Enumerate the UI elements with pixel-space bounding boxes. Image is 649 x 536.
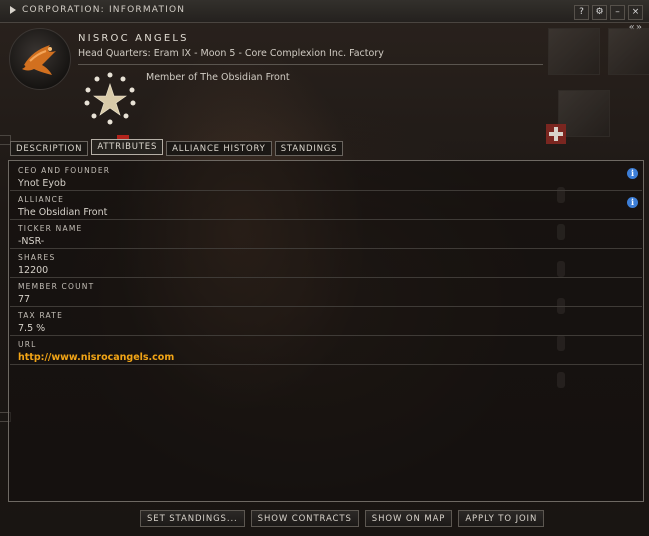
attribute-label: MEMBER COUNT (18, 282, 95, 291)
attribute-label: URL (18, 340, 37, 349)
corporation-name: NISROC ANGELS (78, 33, 189, 44)
eagle-icon (22, 45, 56, 75)
help-button[interactable]: ? (574, 5, 589, 20)
attribute-label: CEO AND FOUNDER (18, 166, 111, 175)
attribute-row-member-count: MEMBER COUNT 77 (10, 278, 642, 307)
attribute-row-shares: SHARES 12200 (10, 249, 642, 278)
attribute-row-url: URL http://www.nisrocangels.com (10, 336, 642, 365)
attribute-row-alliance: ALLIANCE The Obsidian Front i (10, 191, 642, 220)
corporation-info-window: CORPORATION: INFORMATION ? ⚙ – × « » NIS… (0, 0, 649, 536)
alliance-membership[interactable]: Member of The Obsidian Front (146, 72, 290, 83)
tab-attributes[interactable]: ATTRIBUTES (91, 139, 164, 155)
show-on-map-button[interactable]: SHOW ON MAP (364, 510, 453, 527)
info-icon[interactable]: i (627, 168, 638, 179)
alliance-emblem[interactable] (80, 70, 140, 126)
attribute-value[interactable]: The Obsidian Front (18, 207, 107, 218)
tab-description[interactable]: DESCRIPTION (10, 141, 89, 156)
info-icon[interactable]: i (627, 197, 638, 208)
ship-thumbnail-icon (548, 28, 600, 75)
attribute-label: ALLIANCE (18, 195, 65, 204)
attribute-row-ceo: CEO AND FOUNDER Ynot Eyob i (10, 162, 642, 191)
attribute-value[interactable]: Ynot Eyob (18, 178, 66, 189)
medical-cross-icon (546, 124, 566, 144)
url-link[interactable]: http://www.nisrocangels.com (18, 352, 174, 363)
settings-button[interactable]: ⚙ (592, 5, 607, 20)
corporation-logo (9, 28, 71, 90)
attribute-label: TAX RATE (18, 311, 64, 320)
apply-to-join-button[interactable]: APPLY TO JOIN (458, 510, 545, 527)
close-button[interactable]: × (628, 5, 643, 20)
window-title: CORPORATION: INFORMATION (22, 5, 186, 15)
attribute-row-ticker: TICKER NAME -NSR- (10, 220, 642, 249)
attributes-panel: CEO AND FOUNDER Ynot Eyob i ALLIANCE The… (8, 160, 644, 502)
set-standings-button[interactable]: SET STANDINGS... (140, 510, 245, 527)
attribute-label: TICKER NAME (18, 224, 83, 233)
action-bar: SET STANDINGS... SHOW CONTRACTS SHOW ON … (140, 510, 545, 527)
attribute-value: 7.5 % (18, 323, 46, 334)
attribute-label: SHARES (18, 253, 56, 262)
headquarters-text[interactable]: Head Quarters: Eram IX - Moon 5 - Core C… (78, 48, 384, 59)
title-bar[interactable]: CORPORATION: INFORMATION ? ⚙ – × (0, 0, 649, 23)
divider (78, 64, 543, 65)
tab-standings[interactable]: STANDINGS (274, 141, 344, 156)
attribute-value: 77 (18, 294, 31, 305)
tab-alliance-history[interactable]: ALLIANCE HISTORY (166, 141, 272, 156)
attribute-value: 12200 (18, 265, 49, 276)
show-contracts-button[interactable]: SHOW CONTRACTS (250, 510, 359, 527)
minimize-button[interactable]: – (610, 5, 625, 20)
ship-thumbnail-icon (608, 28, 649, 75)
tab-bar: DESCRIPTION ATTRIBUTES ALLIANCE HISTORY … (10, 139, 344, 156)
collapse-triangle-icon[interactable] (10, 6, 16, 14)
attribute-row-tax-rate: TAX RATE 7.5 % (10, 307, 642, 336)
attribute-value: -NSR- (18, 236, 45, 247)
